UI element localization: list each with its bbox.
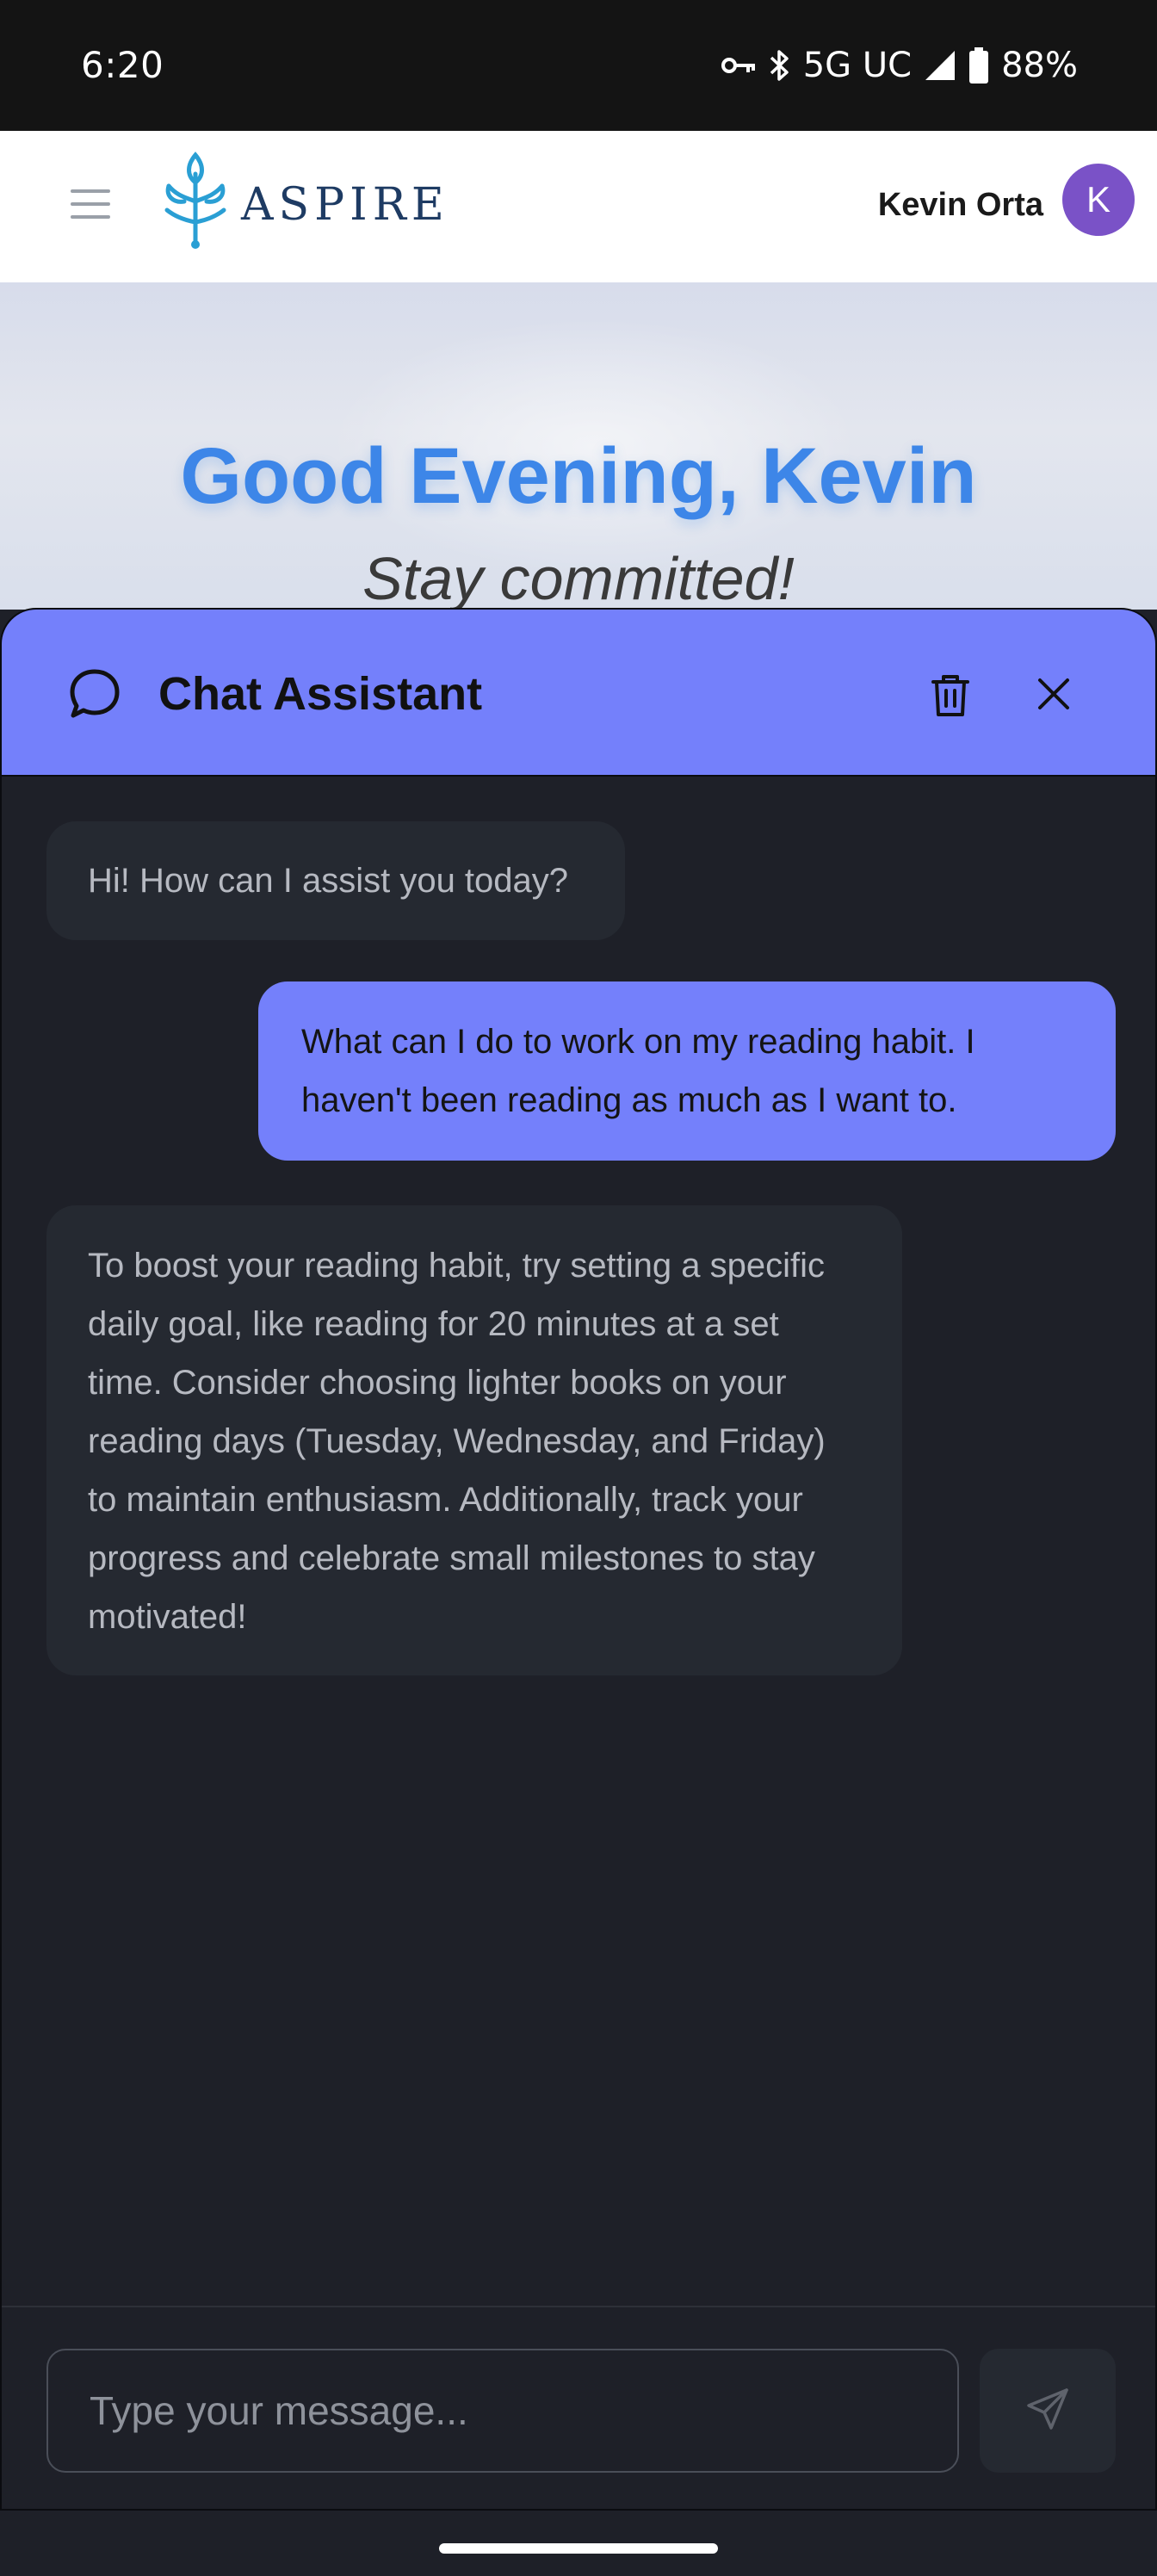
gesture-nav-bar	[0, 2511, 1157, 2576]
bluetooth-icon	[769, 48, 791, 83]
status-icons: 5G UC 88%	[721, 43, 1078, 88]
menu-icon[interactable]	[69, 183, 112, 226]
network-label: 5G UC	[802, 46, 913, 85]
assistant-message: Hi! How can I assist you today?	[46, 821, 625, 940]
assistant-message: To boost your reading habit, try setting…	[46, 1205, 902, 1675]
signal-icon	[924, 49, 956, 82]
user-message: What can I do to work on my reading habi…	[258, 981, 1116, 1161]
logo-text: ASPIRE	[241, 178, 449, 231]
chat-panel: Chat Assistant Hi! How can I assist you …	[0, 608, 1157, 2511]
battery-icon	[968, 47, 989, 84]
status-time: 6:20	[81, 44, 164, 86]
trash-icon[interactable]	[928, 672, 973, 720]
home-handle[interactable]	[439, 2543, 718, 2554]
vpn-key-icon	[721, 53, 757, 77]
chat-composer	[2, 2306, 1155, 2509]
send-button[interactable]	[980, 2349, 1116, 2473]
chat-header: Chat Assistant	[2, 610, 1155, 777]
send-icon	[1024, 2385, 1072, 2437]
avatar[interactable]: K	[1062, 164, 1135, 236]
hero-banner: Good Evening, Kevin Stay committed!	[0, 282, 1157, 610]
chat-bubble-icon	[67, 666, 122, 721]
user-name[interactable]: Kevin Orta	[878, 181, 1043, 229]
sprout-icon	[158, 148, 232, 254]
greeting-subtitle: Stay committed!	[362, 545, 795, 610]
aspire-logo[interactable]: ASPIRE	[158, 148, 449, 254]
greeting-title: Good Evening, Kevin	[180, 432, 977, 520]
message-input[interactable]	[46, 2349, 959, 2473]
battery-percent: 88%	[1001, 46, 1078, 85]
chat-title: Chat Assistant	[158, 668, 483, 720]
close-icon[interactable]	[1033, 673, 1074, 715]
app-header: ASPIRE Kevin Orta K	[0, 131, 1157, 282]
status-bar: 6:20 5G UC 88%	[0, 0, 1157, 131]
